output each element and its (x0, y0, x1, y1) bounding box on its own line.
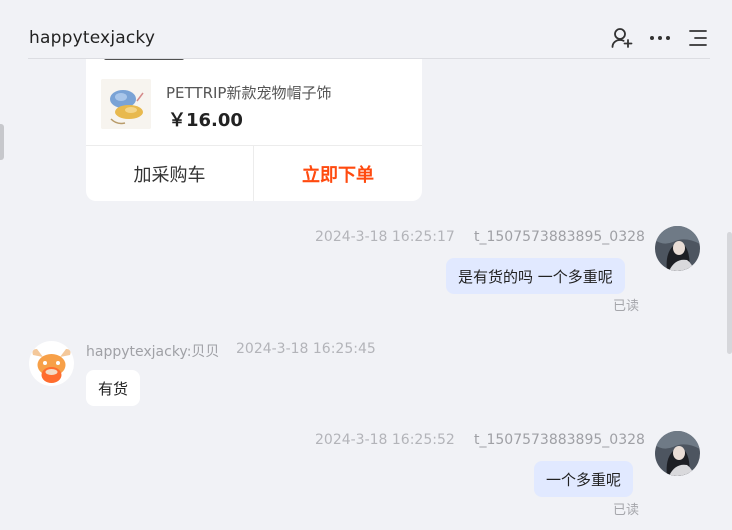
add-to-cart-button[interactable]: 加采购车 (86, 146, 253, 201)
avatar[interactable] (655, 431, 700, 476)
message-timestamp: 2024-3-18 16:25:52 (315, 432, 455, 448)
message-sender: t_1507573883895_0328 (474, 432, 645, 448)
read-status: 已读 (613, 299, 640, 314)
message-bubble[interactable]: 一个多重呢 (534, 461, 634, 497)
menu-icon[interactable] (685, 25, 711, 51)
scrollbar[interactable] (727, 232, 732, 354)
more-icon[interactable] (647, 25, 673, 51)
message-timestamp: 2024-3-18 16:25:17 (315, 229, 455, 245)
message-sender: happytexjacky:贝贝 (86, 344, 220, 360)
chat-title: happytexjacky (29, 28, 156, 48)
product-price: ￥16.00 (168, 110, 243, 131)
product-name[interactable]: PETTRIP新款宠物帽子饰 (166, 82, 331, 103)
product-thumbnail[interactable] (101, 79, 151, 129)
read-status: 已读 (613, 503, 640, 518)
avatar[interactable] (29, 341, 74, 386)
message-timestamp: 2024-3-18 16:25:45 (236, 341, 376, 357)
message-sender: t_1507573883895_0328 (474, 229, 645, 245)
add-user-icon[interactable] (609, 25, 635, 51)
avatar[interactable] (655, 226, 700, 271)
message-bubble[interactable]: 有货 (86, 370, 141, 406)
chat-header: happytexjacky (0, 0, 732, 58)
message-bubble[interactable]: 是有货的吗 一个多重呢 (446, 258, 625, 294)
buy-now-button[interactable]: 立即下单 (254, 146, 422, 201)
header-divider (28, 58, 710, 59)
side-panel-handle[interactable] (0, 124, 4, 160)
product-card: PETTRIP新款宠物帽子饰 ￥16.00 加采购车 立即下单 (86, 40, 422, 201)
